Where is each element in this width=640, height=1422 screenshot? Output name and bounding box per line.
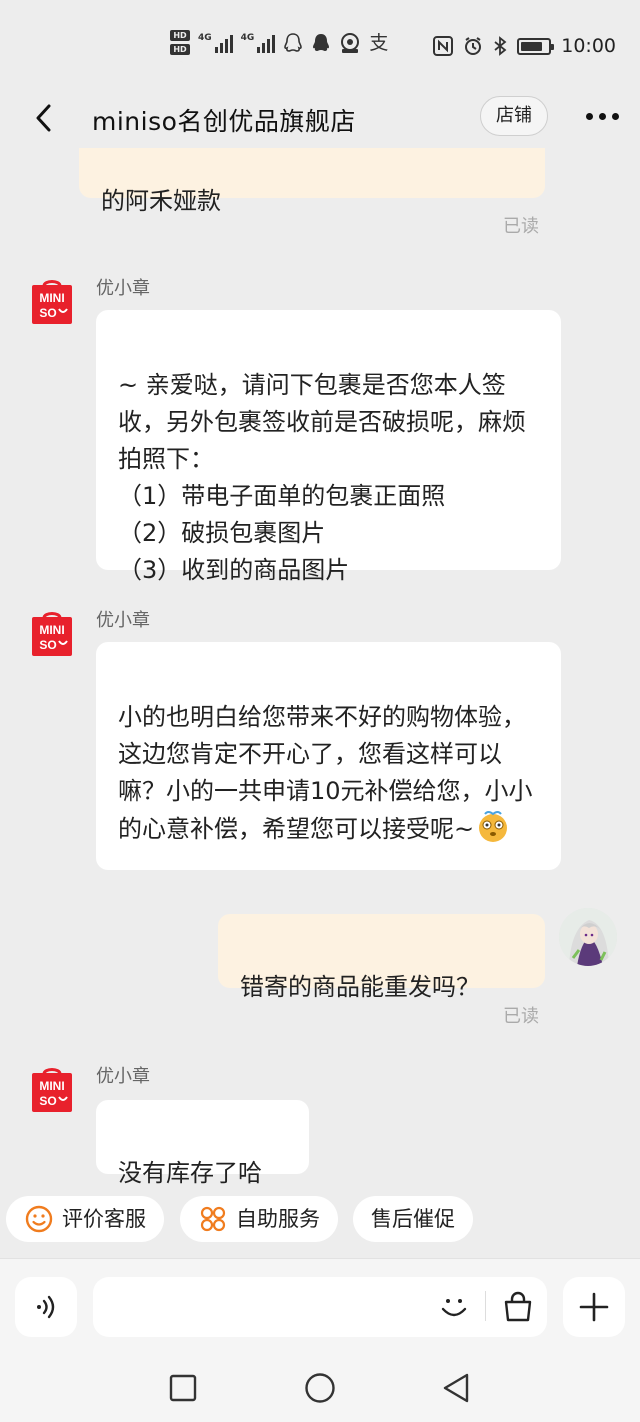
plus-button[interactable] (563, 1277, 625, 1337)
status-icons-left: HD 1 HD 2 4G 4G 支 (170, 30, 389, 65)
recent-apps-button[interactable] (163, 1368, 203, 1408)
browser-icon (341, 32, 360, 53)
chat-messages[interactable]: 的阿禾娅款 已读 MINI SO 优小章 ~ 亲爱哒，请问下包裹是否您本人签收，… (0, 148, 640, 1194)
chip-label: 售后催促 (371, 1207, 455, 1231)
chip-label: 自助服务 (236, 1207, 320, 1231)
logo-text-top: MINI (39, 291, 64, 305)
miniso-logo-avatar[interactable]: MINI SO (32, 278, 72, 324)
recent-apps-icon (169, 1374, 197, 1402)
message-bubble-mine[interactable]: 错寄的商品能重发吗？ (218, 914, 545, 1001)
voice-button[interactable] (15, 1277, 77, 1337)
system-nav-bar (0, 1352, 640, 1422)
shy-emoji-icon (479, 811, 508, 842)
more-options-button[interactable] (578, 96, 626, 136)
signal-icon-2: 4G (241, 33, 276, 53)
logo-text-top: MINI (39, 1079, 64, 1093)
status-bar: HD 1 HD 2 4G 4G 支 10:00 (0, 0, 640, 90)
qq-icon (284, 32, 303, 52)
message-bubble[interactable]: 没有库存了哈 (96, 1100, 309, 1187)
anime-avatar-image (559, 908, 617, 966)
message-bubble[interactable]: ~ 亲爱哒，请问下包裹是否您本人签收，另外包裹签收前是否破损呢，麻烦拍照下： （… (96, 310, 561, 584)
voice-icon (37, 1295, 55, 1319)
net1-label: 4G (198, 32, 212, 43)
message-text: 没有库存了哈 (118, 1159, 262, 1187)
hd2-label: HD 2 (170, 44, 190, 65)
hd1-label: HD 1 (170, 30, 190, 51)
status-icons-right: 10:00 (433, 35, 616, 57)
chat-title: miniso名创优品旗舰店 (92, 107, 356, 136)
quick-action-self-service[interactable]: 自助服务 (180, 1196, 338, 1242)
plus-icon (579, 1292, 609, 1322)
dot-icon (611, 112, 619, 120)
battery-icon (517, 37, 555, 55)
alipay-icon: 支 (369, 31, 389, 54)
home-button[interactable] (300, 1368, 340, 1408)
message-bubble-mine[interactable]: 的阿禾娅款 (79, 148, 545, 215)
miniso-logo-avatar[interactable]: MINI SO (32, 610, 72, 656)
shop-button[interactable]: 店铺 (480, 96, 548, 136)
bag-icon[interactable] (500, 1289, 536, 1325)
dot-icon (585, 112, 593, 120)
back-button[interactable] (24, 98, 64, 138)
logo-text-bottom: SO (39, 306, 56, 320)
read-status: 已读 (503, 1006, 539, 1027)
logo-text-top: MINI (39, 623, 64, 637)
hd-icon: HD 1 HD 2 (170, 30, 190, 65)
input-bar (0, 1258, 640, 1352)
net2-label: 4G (240, 32, 255, 43)
read-status: 已读 (503, 216, 539, 237)
miniso-logo-avatar[interactable]: MINI SO (32, 1066, 72, 1112)
user-avatar[interactable] (559, 908, 617, 966)
sender-name: 优小章 (96, 610, 150, 631)
nfc-icon (433, 36, 454, 56)
message-text: 的阿禾娅款 (101, 187, 221, 215)
chip-label: 评价客服 (62, 1207, 146, 1231)
back-icon (443, 1373, 469, 1403)
quick-action-rate-service[interactable]: 评价客服 (6, 1196, 164, 1242)
home-icon (305, 1373, 335, 1403)
grid-icon (200, 1206, 226, 1232)
dot-icon (598, 112, 606, 120)
message-text: 错寄的商品能重发吗？ (240, 973, 480, 1001)
message-input[interactable] (93, 1277, 547, 1337)
logo-text-bottom: SO (39, 1094, 56, 1108)
message-text: 小的也明白给您带来不好的购物体验，这边您肯定不开心了，您看这样可以嘛？小的一共申… (118, 703, 533, 843)
smile-icon (25, 1205, 53, 1233)
bluetooth-icon (494, 36, 507, 56)
signal-icon: 4G (198, 33, 233, 53)
sender-name: 优小章 (96, 1066, 150, 1087)
divider (485, 1291, 486, 1321)
clock: 10:00 (561, 35, 616, 57)
qq-icon-2 (313, 33, 330, 51)
message-text: ~ 亲爱哒，请问下包裹是否您本人签收，另外包裹签收前是否破损呢，麻烦拍照下： （… (118, 371, 526, 584)
message-bubble[interactable]: 小的也明白给您带来不好的购物体验，这边您肯定不开心了，您看这样可以嘛？小的一共申… (96, 642, 561, 870)
logo-text-bottom: SO (39, 638, 56, 652)
alarm-icon (465, 37, 482, 55)
sender-name: 优小章 (96, 278, 150, 299)
quick-action-after-sales[interactable]: 售后催促 (353, 1196, 473, 1242)
chevron-left-icon (36, 104, 51, 132)
quick-actions-bar: 评价客服 自助服务 售后催促 (0, 1194, 640, 1246)
chat-header: miniso名创优品旗舰店 店铺 (0, 90, 640, 148)
back-nav-button[interactable] (436, 1368, 476, 1408)
emoji-icon[interactable] (436, 1289, 472, 1325)
